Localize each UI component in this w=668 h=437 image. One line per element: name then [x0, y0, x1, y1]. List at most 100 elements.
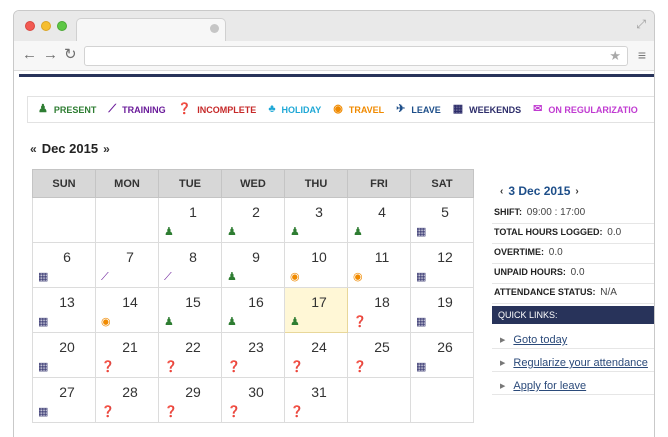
calendar-day-cell[interactable]: 31 ❓ — [284, 377, 348, 423]
legend-label: HOLIDAY — [281, 104, 322, 115]
prev-month-button[interactable]: « — [30, 142, 37, 156]
day-number: 19 — [437, 294, 453, 310]
calendar-icon: ▦ — [38, 316, 49, 328]
day-number: 2 — [252, 204, 260, 220]
calendar-day-cell[interactable]: 12 ▦ — [410, 242, 474, 288]
apply-leave-link[interactable]: Apply for leave — [513, 380, 586, 392]
question-circle-icon: ❓ — [101, 361, 115, 373]
calendar-day-cell[interactable]: 22 ❓ — [158, 332, 222, 378]
fullscreen-icon[interactable]: ⤢ — [636, 17, 646, 32]
calendar-empty-cell — [95, 197, 159, 243]
globe-icon: ◉ — [333, 103, 343, 115]
attendance-status-value: N/A — [600, 287, 617, 298]
quick-link-regularize[interactable]: ▶ Regularize your attendance — [492, 349, 654, 372]
browser-tab[interactable] — [76, 18, 226, 41]
calendar-day-cell[interactable]: 28 ❓ — [95, 377, 159, 423]
reload-icon[interactable]: ↻ — [64, 47, 77, 63]
quick-link-apply-leave[interactable]: ▶ Apply for leave — [492, 372, 654, 395]
calendar-day-cell[interactable]: 27 ▦ — [32, 377, 96, 423]
calendar-day-cell[interactable]: 21 ❓ — [95, 332, 159, 378]
calendar-day-cell[interactable]: 23 ❓ — [221, 332, 285, 378]
question-circle-icon: ❓ — [353, 316, 367, 328]
calendar-day-cell[interactable]: 15 ♟ — [158, 287, 222, 333]
quick-link-goto-today[interactable]: ▶ Goto today — [492, 326, 654, 349]
day-number: 20 — [59, 339, 75, 355]
calendar-day-cell[interactable]: 30 ❓ — [221, 377, 285, 423]
quick-links-heading: QUICK LINKS: — [492, 306, 654, 324]
forward-icon[interactable]: → — [43, 47, 58, 63]
calendar-day-cell[interactable]: 6 ▦ — [32, 242, 96, 288]
question-circle-icon: ❓ — [290, 361, 304, 373]
calendar-day-cell[interactable]: 10 ◉ — [284, 242, 348, 288]
calendar-week-row: 27 ▦ 28 ❓ 29 ❓ 30 ❓ 31 ❓ — [32, 377, 474, 423]
next-day-button[interactable]: › — [575, 186, 578, 197]
month-label: Dec 2015 — [41, 141, 99, 156]
day-number: 3 — [315, 204, 323, 220]
calendar-day-cell[interactable]: 1 ♟ — [158, 197, 222, 243]
calendar-icon: ▦ — [452, 103, 464, 115]
calendar-day-cell[interactable]: 18 ❓ — [347, 287, 411, 333]
calendar-day-cell[interactable]: 19 ▦ — [410, 287, 474, 333]
calendar-icon: ▦ — [416, 226, 427, 238]
calendar-day-cell[interactable]: 4 ♟ — [347, 197, 411, 243]
weekday-header: TUE — [158, 169, 222, 198]
person-icon: ♟ — [164, 226, 174, 238]
person-icon: ♟ — [164, 316, 174, 328]
calendar-icon: ▦ — [38, 361, 49, 373]
day-number: 11 — [374, 249, 390, 265]
day-number: 30 — [248, 384, 264, 400]
unpaid-hours-label: UNPAID HOURS: — [494, 267, 566, 277]
globe-icon: ◉ — [101, 316, 111, 328]
next-month-button[interactable]: » — [103, 142, 110, 156]
day-number: 28 — [122, 384, 138, 400]
calendar-day-cell[interactable]: 9 ♟ — [221, 242, 285, 288]
hours-logged-label: TOTAL HOURS LOGGED: — [494, 227, 603, 237]
day-number: 25 — [374, 339, 390, 355]
month-navigation: « Dec 2015 » — [30, 141, 110, 156]
calendar-day-cell[interactable]: 17 ♟ — [284, 287, 348, 333]
bookmark-star-icon[interactable]: ★ — [609, 48, 621, 64]
calendar-empty-cell — [410, 377, 474, 423]
title-bar: ⤢ — [14, 11, 654, 41]
browser-menu-icon[interactable]: ≡ — [638, 48, 646, 62]
calendar-day-cell[interactable]: 2 ♟ — [221, 197, 285, 243]
shift-label: SHIFT: — [494, 207, 522, 217]
calendar-day-cell[interactable]: 14 ◉ — [95, 287, 159, 333]
day-number: 6 — [63, 249, 71, 265]
close-window-button[interactable] — [25, 21, 35, 31]
weekday-header: FRI — [347, 169, 411, 198]
selected-date: ‹ 3 Dec 2015 › — [495, 184, 584, 198]
calendar-day-cell[interactable]: 13 ▦ — [32, 287, 96, 333]
question-circle-icon: ❓ — [164, 361, 178, 373]
tab-close-icon[interactable] — [210, 24, 219, 33]
calendar-day-cell[interactable]: 16 ♟ — [221, 287, 285, 333]
day-number: 18 — [374, 294, 390, 310]
legend-item-travel: ◉ TRAVEL — [333, 104, 384, 115]
line-chart-icon: ⟋ — [108, 103, 117, 115]
goto-today-link[interactable]: Goto today — [513, 334, 567, 346]
question-circle-icon: ❓ — [290, 406, 304, 418]
arrow-bullet-icon: ▶ — [500, 360, 506, 367]
person-icon: ♟ — [290, 316, 300, 328]
prev-day-button[interactable]: ‹ — [500, 186, 503, 197]
address-bar[interactable]: ★ — [84, 46, 628, 66]
calendar-day-cell[interactable]: 11 ◉ — [347, 242, 411, 288]
calendar-day-cell[interactable]: 25 ❓ — [347, 332, 411, 378]
calendar-day-cell[interactable]: 29 ❓ — [158, 377, 222, 423]
calendar-day-cell[interactable]: 20 ▦ — [32, 332, 96, 378]
minimize-window-button[interactable] — [41, 21, 51, 31]
calendar-day-cell[interactable]: 24 ❓ — [284, 332, 348, 378]
regularize-attendance-link[interactable]: Regularize your attendance — [513, 357, 648, 369]
day-number: 15 — [185, 294, 201, 310]
question-circle-icon: ❓ — [101, 406, 115, 418]
calendar-day-cell[interactable]: 7 ⟋ — [95, 242, 159, 288]
maximize-window-button[interactable] — [57, 21, 67, 31]
question-circle-icon: ❓ — [353, 361, 367, 373]
line-chart-icon: ⟋ — [101, 271, 109, 283]
back-icon[interactable]: ← — [22, 47, 37, 63]
day-number: 9 — [252, 249, 260, 265]
calendar-day-cell[interactable]: 5 ▦ — [410, 197, 474, 243]
calendar-day-cell[interactable]: 26 ▦ — [410, 332, 474, 378]
calendar-day-cell[interactable]: 8 ⟋ — [158, 242, 222, 288]
calendar-day-cell[interactable]: 3 ♟ — [284, 197, 348, 243]
